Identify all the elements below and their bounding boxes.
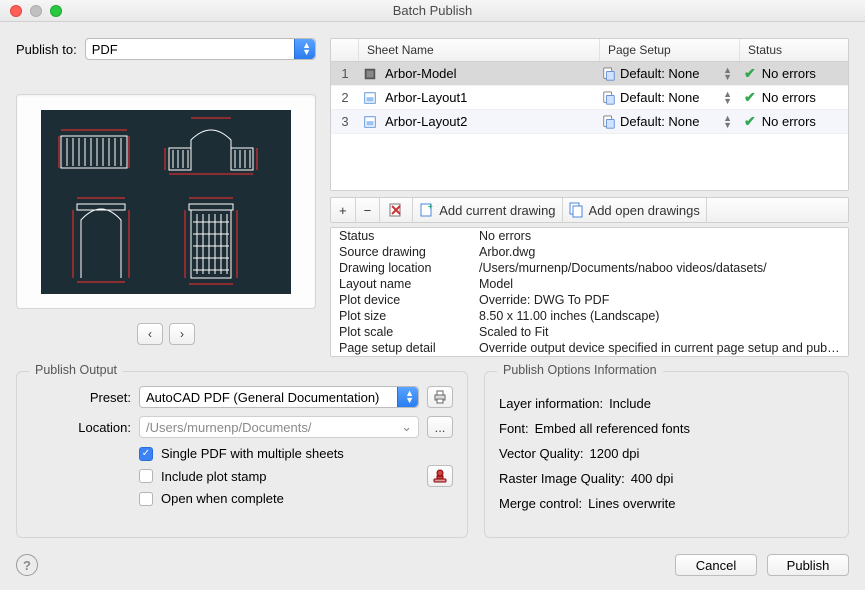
row-index: 3: [331, 111, 359, 132]
table-row[interactable]: 3 Arbor-Layout2 Default: None ✔ No e: [331, 110, 848, 134]
updown-icon: [723, 91, 732, 105]
table-row[interactable]: 2 Arbor-Layout1 Default: None ✔ No e: [331, 86, 848, 110]
row-index: 2: [331, 87, 359, 108]
page-setup-icon: [602, 115, 616, 129]
preset-label: Preset:: [31, 390, 131, 405]
table-row[interactable]: 1 Arbor-Model Default: None ✔ No err: [331, 62, 848, 86]
open-when-complete-label: Open when complete: [161, 491, 284, 506]
check-icon: ✔: [744, 89, 756, 106]
single-pdf-checkbox[interactable]: [139, 447, 153, 461]
col-page-setup[interactable]: Page Setup: [600, 39, 740, 61]
stamp-icon: [432, 468, 448, 484]
table-blank-area: [331, 134, 848, 190]
clear-sheets-button[interactable]: [380, 198, 413, 222]
page-setup-value: Default: None: [620, 66, 700, 81]
add-current-label: Add current drawing: [439, 203, 555, 218]
col-sheet-name[interactable]: Sheet Name: [359, 39, 600, 61]
sheet-toolbar: + − + Add current drawing Add open drawi…: [330, 197, 849, 223]
include-plot-stamp-label: Include plot stamp: [161, 469, 267, 484]
include-plot-stamp-checkbox[interactable]: [139, 469, 153, 483]
printer-options-button[interactable]: [427, 386, 453, 408]
sheet-name: Arbor-Model: [381, 63, 600, 84]
cancel-button[interactable]: Cancel: [675, 554, 757, 576]
preview-svg: [41, 110, 291, 294]
preset-select[interactable]: AutoCAD PDF (General Documentation): [139, 386, 419, 408]
single-pdf-label: Single PDF with multiple sheets: [161, 446, 344, 461]
drawings-add-icon: [569, 202, 585, 218]
location-label: Location:: [31, 420, 131, 435]
check-icon: ✔: [744, 113, 756, 130]
col-status[interactable]: Status: [740, 39, 848, 61]
add-open-label: Add open drawings: [589, 203, 700, 218]
row-index: 1: [331, 63, 359, 84]
publish-button[interactable]: Publish: [767, 554, 849, 576]
drawing-add-icon: +: [419, 202, 435, 218]
toolbar-spacer: [707, 198, 848, 222]
publish-output-legend: Publish Output: [29, 363, 123, 377]
page-setup-icon: [602, 91, 616, 105]
sheet-details-panel: StatusNo errors Source drawingArbor.dwg …: [330, 227, 849, 357]
preset-value: AutoCAD PDF (General Documentation): [146, 390, 379, 405]
layout-icon: [359, 91, 381, 105]
titlebar: Batch Publish: [0, 0, 865, 22]
preview-prev-button[interactable]: ‹: [137, 323, 163, 345]
updown-icon: [723, 67, 732, 81]
add-current-drawing-button[interactable]: + Add current drawing: [413, 198, 562, 222]
svg-text:+: +: [428, 202, 433, 211]
layout-icon: [359, 115, 381, 129]
printer-icon: [432, 389, 448, 405]
model-icon: [359, 67, 381, 81]
page-setup-value: Default: None: [620, 90, 700, 105]
help-button[interactable]: ?: [16, 554, 38, 576]
location-value: /Users/murnenp/Documents/: [146, 420, 311, 435]
status-text: No errors: [762, 114, 816, 129]
page-setup-cell[interactable]: Default: None: [600, 63, 740, 84]
remove-sheet-button[interactable]: −: [356, 198, 381, 222]
col-index: [331, 39, 359, 61]
publish-to-select[interactable]: PDF: [85, 38, 316, 60]
publish-output-group: Publish Output Preset: AutoCAD PDF (Gene…: [16, 371, 468, 538]
page-setup-value: Default: None: [620, 114, 700, 129]
publish-to-label: Publish to:: [16, 42, 77, 57]
status-text: No errors: [762, 66, 816, 81]
sheet-name: Arbor-Layout2: [381, 111, 600, 132]
plot-stamp-settings-button[interactable]: [427, 465, 453, 487]
status-text: No errors: [762, 90, 816, 105]
add-sheet-button[interactable]: +: [331, 198, 356, 222]
add-open-drawings-button[interactable]: Add open drawings: [563, 198, 707, 222]
publish-to-value: PDF: [92, 42, 118, 57]
window-title: Batch Publish: [0, 3, 865, 18]
publish-options-group: Publish Options Information Layer inform…: [484, 371, 849, 538]
location-combo[interactable]: /Users/murnenp/Documents/: [139, 416, 419, 438]
drawing-preview: [16, 94, 316, 309]
page-setup-cell[interactable]: Default: None: [600, 111, 740, 132]
updown-icon: [723, 115, 732, 129]
page-setup-cell[interactable]: Default: None: [600, 87, 740, 108]
preview-next-button[interactable]: ›: [169, 323, 195, 345]
page-setup-icon: [602, 67, 616, 81]
open-when-complete-checkbox[interactable]: [139, 492, 153, 506]
publish-options-legend: Publish Options Information: [497, 363, 663, 377]
sheet-table[interactable]: Sheet Name Page Setup Status 1 Arbor-Mod…: [330, 38, 849, 191]
check-icon: ✔: [744, 65, 756, 82]
browse-location-button[interactable]: ...: [427, 416, 453, 438]
sheet-name: Arbor-Layout1: [381, 87, 600, 108]
